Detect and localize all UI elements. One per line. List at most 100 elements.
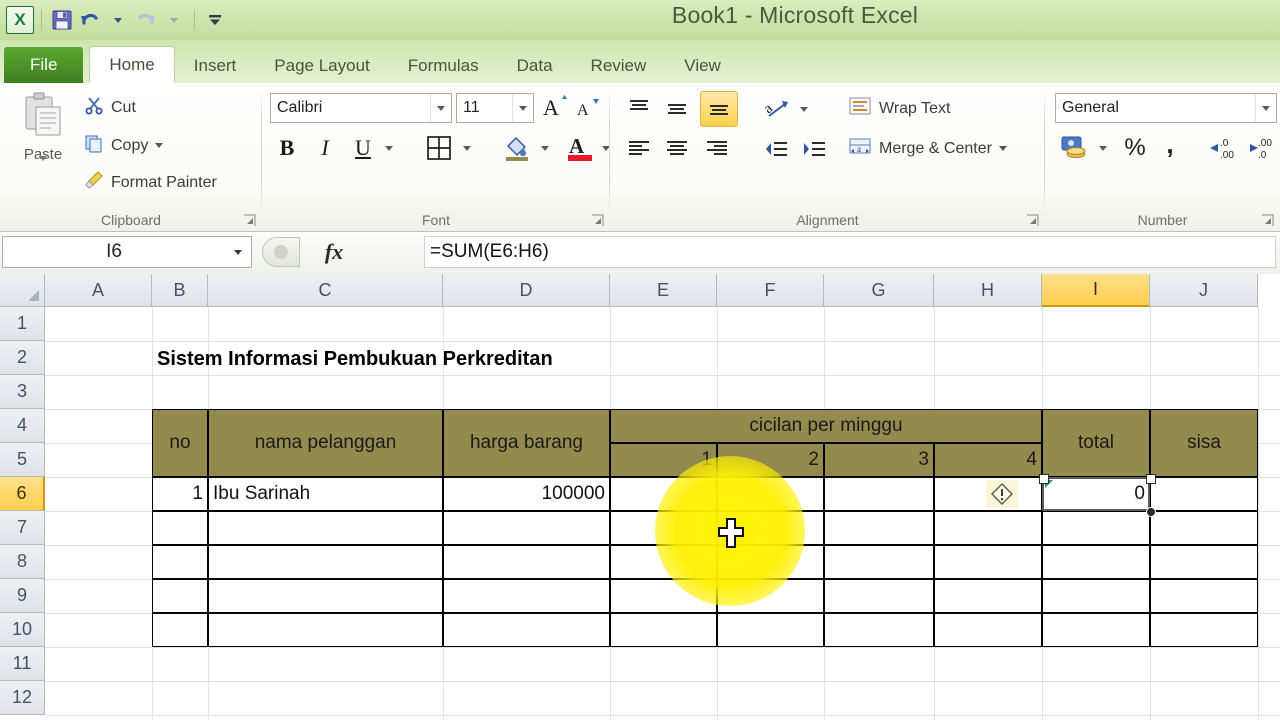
table-row[interactable]: Ibu Sarinah — [208, 477, 443, 511]
copy-dropdown-icon[interactable] — [155, 143, 164, 148]
column-header-c[interactable]: C — [208, 274, 443, 307]
font-size-dropdown-icon[interactable] — [512, 94, 533, 122]
column-header-e[interactable]: E — [610, 274, 717, 307]
row-header-10[interactable]: 10 — [0, 613, 45, 647]
merge-and-center-button[interactable]: a Merge & Center — [848, 135, 1007, 162]
decrease-font-size-button[interactable]: A — [574, 93, 604, 123]
cut-button[interactable]: Cut — [84, 95, 136, 120]
tab-file[interactable]: File — [4, 47, 84, 83]
tab-review[interactable]: Review — [572, 49, 666, 83]
table-row[interactable] — [443, 545, 610, 579]
row-header-7[interactable]: 7 — [0, 511, 45, 545]
row-header-12[interactable]: 12 — [0, 681, 45, 715]
italic-button[interactable]: I — [308, 131, 342, 165]
table-row[interactable] — [1042, 545, 1150, 579]
merge-center-dropdown-icon[interactable] — [998, 146, 1007, 151]
sheet-title[interactable]: Sistem Informasi Pembukuan Perkreditan — [153, 344, 633, 374]
table-header-cicilan-per-minggu[interactable]: cicilan per minggu — [610, 409, 1042, 443]
comma-style-button[interactable]: , — [1155, 127, 1185, 161]
table-header-week-2[interactable]: 2 — [717, 443, 824, 477]
table-row[interactable] — [610, 477, 717, 511]
align-center-button[interactable] — [660, 133, 694, 165]
increase-indent-button[interactable] — [796, 133, 832, 165]
table-row[interactable] — [824, 579, 934, 613]
table-row[interactable] — [717, 545, 824, 579]
number-format-combo[interactable]: General — [1055, 93, 1277, 123]
accounting-format-dropdown-icon[interactable] — [1095, 133, 1111, 163]
align-top-button[interactable] — [622, 93, 656, 125]
table-row[interactable] — [1150, 579, 1258, 613]
bold-button[interactable]: B — [270, 131, 304, 165]
table-row[interactable] — [208, 579, 443, 613]
increase-decimal-button[interactable]: .0 .00 — [1205, 131, 1245, 165]
table-row[interactable] — [824, 545, 934, 579]
table-row[interactable] — [610, 545, 717, 579]
wrap-text-button[interactable]: Wrap Text — [848, 95, 950, 122]
underline-button[interactable]: U — [346, 131, 380, 165]
table-row[interactable] — [1042, 511, 1150, 545]
row-header-5[interactable]: 5 — [0, 443, 45, 477]
column-header-f[interactable]: F — [717, 274, 824, 307]
column-header-i[interactable]: I — [1042, 274, 1150, 307]
table-row[interactable] — [717, 579, 824, 613]
row-header-3[interactable]: 3 — [0, 375, 45, 409]
table-header-total[interactable]: total — [1042, 409, 1150, 477]
fill-handle[interactable] — [1146, 507, 1156, 517]
table-row[interactable] — [208, 511, 443, 545]
table-header-sisa[interactable]: sisa — [1150, 409, 1258, 477]
formula-bar-collapse-button[interactable] — [262, 237, 300, 267]
alignment-dialog-launcher-icon[interactable] — [1026, 214, 1039, 227]
number-dialog-launcher-icon[interactable] — [1261, 214, 1274, 227]
align-right-button[interactable] — [700, 133, 734, 165]
fill-color-dropdown-icon[interactable] — [536, 131, 554, 165]
table-row[interactable] — [152, 545, 208, 579]
decrease-decimal-button[interactable]: .00 .0 — [1245, 131, 1280, 165]
table-row[interactable] — [610, 511, 717, 545]
name-box-dropdown-icon[interactable] — [225, 237, 251, 267]
table-row[interactable] — [1150, 545, 1258, 579]
formula-error-warning-icon[interactable] — [986, 480, 1018, 508]
name-box[interactable]: I6 — [2, 236, 252, 268]
table-row[interactable] — [934, 545, 1042, 579]
table-header-no[interactable]: no — [152, 409, 208, 477]
table-row[interactable] — [717, 613, 824, 647]
accounting-number-format-button[interactable] — [1055, 131, 1095, 165]
orientation-button[interactable]: a — [762, 93, 796, 125]
number-format-dropdown-icon[interactable] — [1255, 94, 1276, 122]
table-header-harga-barang[interactable]: harga barang — [443, 409, 610, 477]
table-row[interactable] — [610, 613, 717, 647]
table-row[interactable] — [443, 613, 610, 647]
paste-dropdown-icon[interactable] — [12, 156, 74, 179]
table-row[interactable] — [1150, 511, 1258, 545]
increase-font-size-button[interactable]: A — [540, 91, 572, 123]
fill-color-button[interactable] — [498, 129, 536, 165]
tab-view[interactable]: View — [665, 49, 740, 83]
row-header-2[interactable]: 2 — [0, 341, 45, 375]
tab-page-layout[interactable]: Page Layout — [255, 49, 388, 83]
table-row[interactable] — [1150, 613, 1258, 647]
column-header-a[interactable]: A — [45, 274, 152, 307]
formula-input[interactable]: =SUM(E6:H6) — [424, 236, 1276, 268]
row-header-8[interactable]: 8 — [0, 545, 45, 579]
table-row[interactable] — [610, 579, 717, 613]
row-header-4[interactable]: 4 — [0, 409, 45, 443]
orientation-dropdown-icon[interactable] — [796, 95, 812, 123]
table-row[interactable] — [1042, 613, 1150, 647]
table-row[interactable] — [717, 477, 824, 511]
table-row[interactable] — [1042, 579, 1150, 613]
column-header-b[interactable]: B — [152, 274, 208, 307]
table-row[interactable] — [934, 579, 1042, 613]
table-header-nama-pelanggan[interactable]: nama pelanggan — [208, 409, 443, 477]
table-row[interactable] — [152, 613, 208, 647]
column-header-d[interactable]: D — [443, 274, 610, 307]
table-row[interactable] — [934, 613, 1042, 647]
font-name-combo[interactable]: Calibri — [270, 93, 452, 123]
table-header-week-4[interactable]: 4 — [934, 443, 1042, 477]
table-header-week-1[interactable]: 1 — [610, 443, 717, 477]
format-painter-button[interactable]: Format Painter — [84, 170, 217, 195]
table-row[interactable]: 0 — [1042, 477, 1150, 511]
percent-style-button[interactable]: % — [1119, 131, 1151, 165]
align-left-button[interactable] — [622, 133, 656, 165]
column-header-h[interactable]: H — [934, 274, 1042, 307]
font-dialog-launcher-icon[interactable] — [591, 214, 604, 227]
